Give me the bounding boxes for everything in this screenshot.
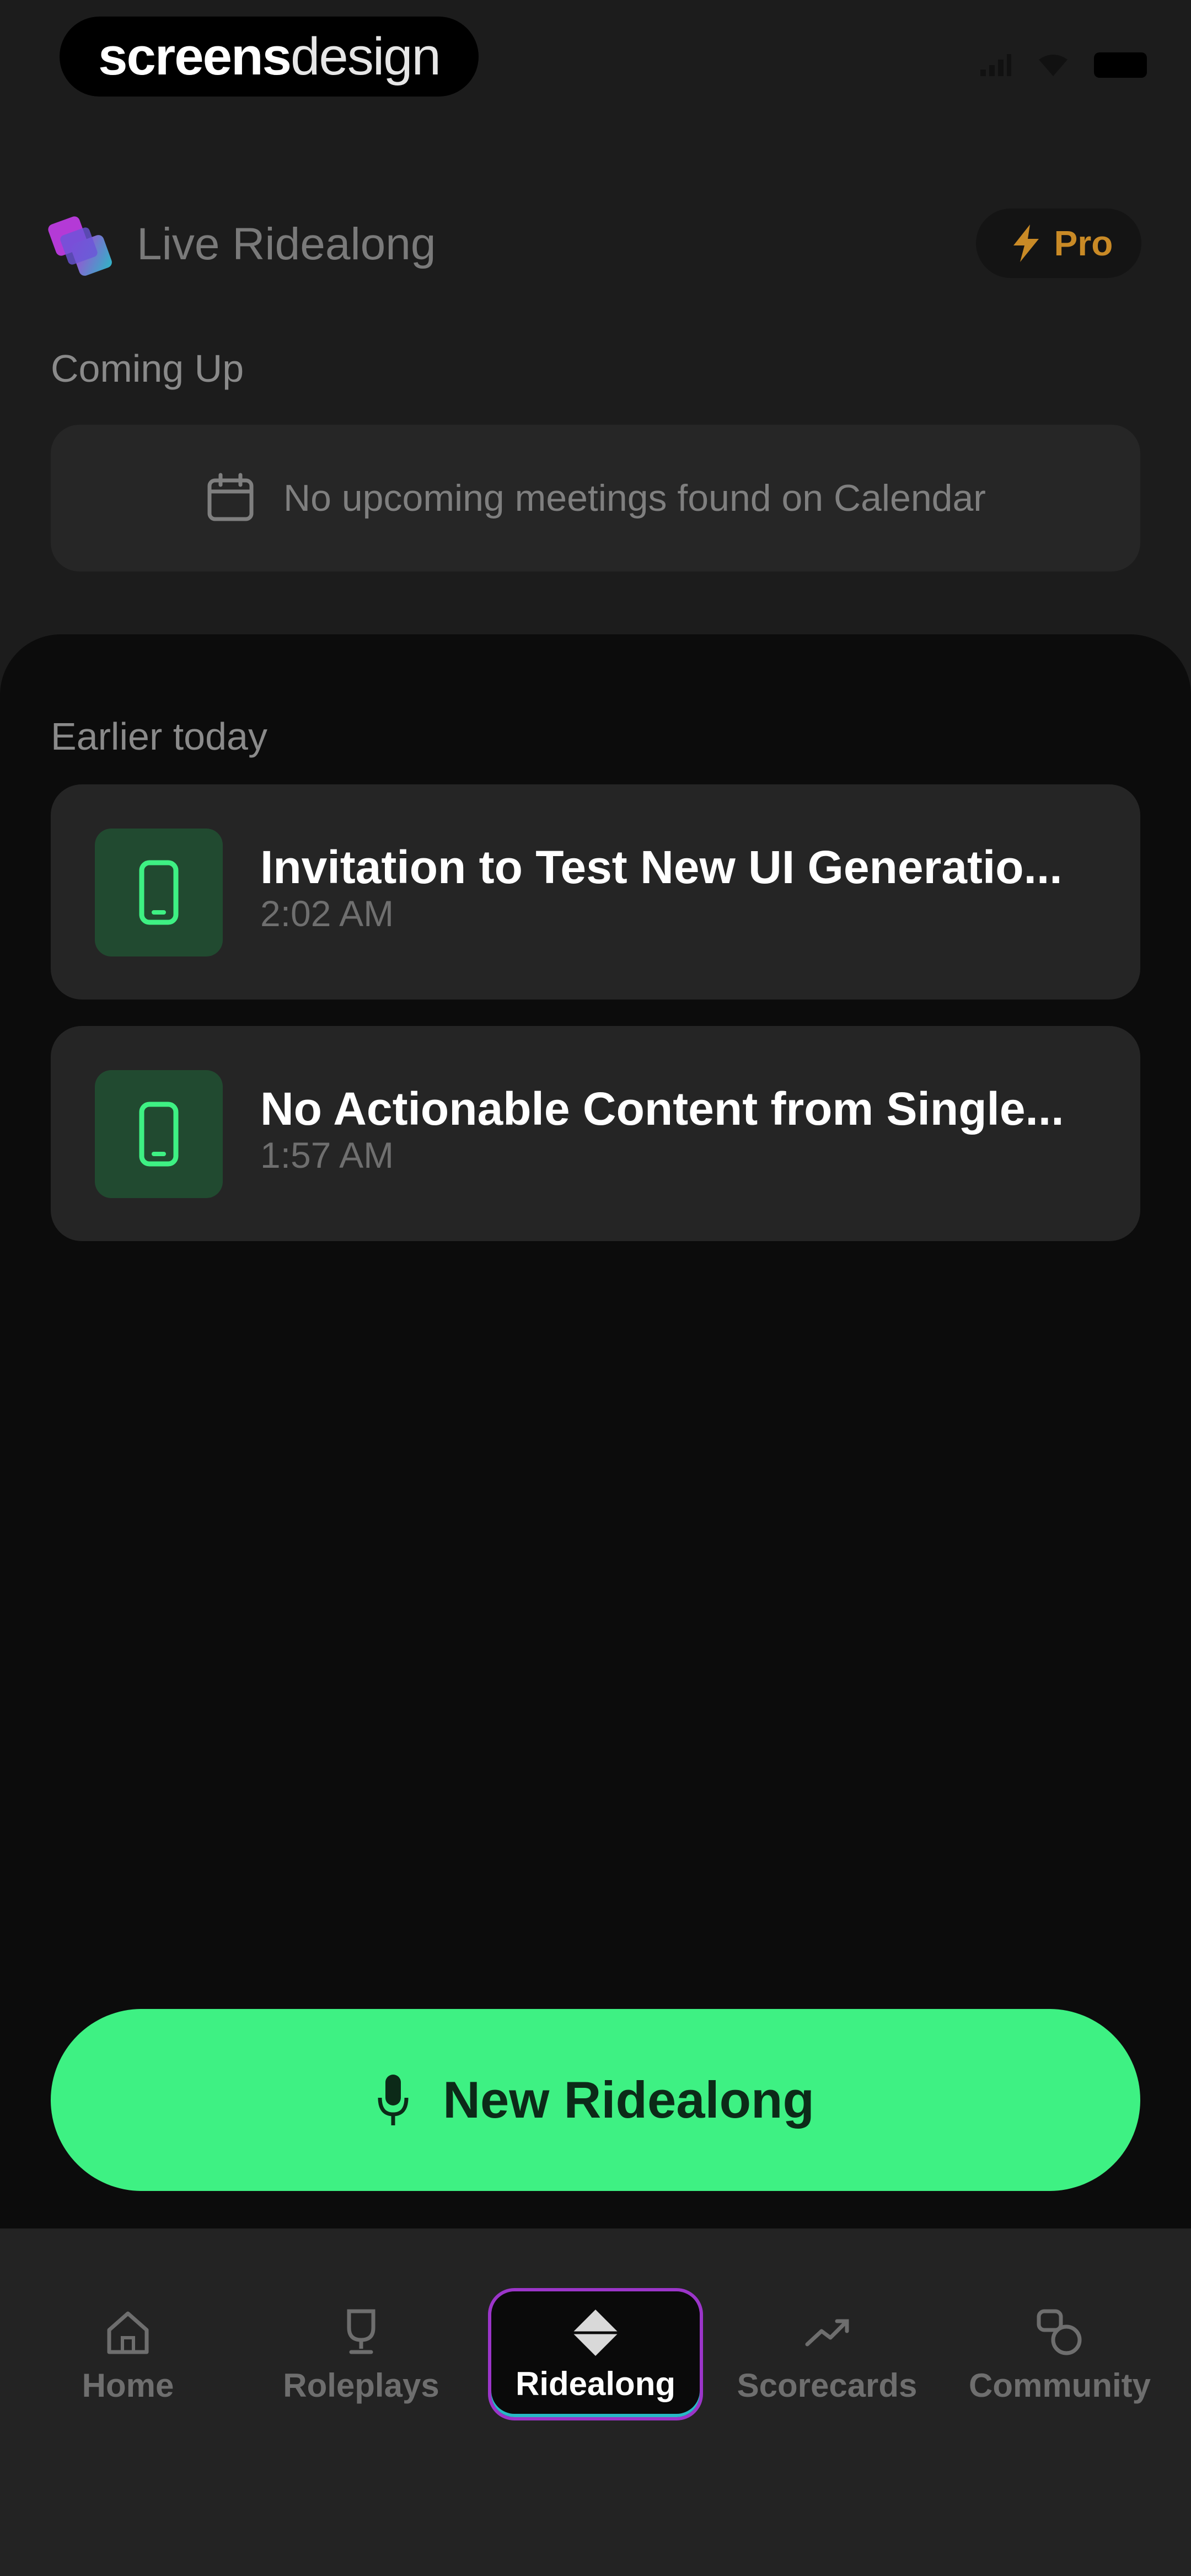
nav-item-home[interactable]: Home xyxy=(18,2306,238,2404)
nav-item-label: Home xyxy=(82,2367,174,2404)
microphone-icon xyxy=(378,2075,409,2125)
new-ridealong-label: New Ridealong xyxy=(443,2071,814,2129)
home-icon xyxy=(107,2311,149,2354)
page-header: Live Ridealong Pro xyxy=(0,199,1191,298)
diamond-icon xyxy=(572,2309,619,2356)
ridealong-item[interactable]: Invitation to Test New UI Generatio... 2… xyxy=(51,784,1140,1000)
upcoming-empty-card: No upcoming meetings found on Calendar xyxy=(51,425,1140,571)
signal-icon xyxy=(980,54,1011,76)
pro-badge-label: Pro xyxy=(1054,223,1113,263)
nav-item-community[interactable]: Community xyxy=(949,2306,1170,2404)
phone-icon-tile xyxy=(95,1070,223,1198)
ridealong-item[interactable]: No Actionable Content from Single... 1:5… xyxy=(51,1026,1140,1241)
ridealong-item-time: 1:57 AM xyxy=(260,1135,394,1175)
nav-item-scorecards[interactable]: Scorecards xyxy=(717,2306,937,2404)
earlier-today-label: Earlier today xyxy=(51,715,267,758)
ridealong-item-title: No Actionable Content from Single... xyxy=(260,1083,1064,1135)
nav-item-ridealong[interactable]: Ridealong xyxy=(488,2288,703,2420)
status-bar: screens design xyxy=(0,0,1191,127)
app-screen: screens design Live Ridealong Pro Coming… xyxy=(0,0,1191,2576)
phone-icon xyxy=(139,1102,179,1167)
ridealong-item-title: Invitation to Test New UI Generatio... xyxy=(260,841,1063,893)
lightning-icon xyxy=(1013,225,1039,262)
brand-text-light: design xyxy=(291,26,441,86)
status-icons xyxy=(979,52,1147,78)
phone-icon-tile xyxy=(95,829,223,956)
trophy-icon xyxy=(347,2309,375,2354)
bottom-nav: Home Roleplays Ridealong Scorecards Comm… xyxy=(0,2228,1191,2576)
nav-item-label: Ridealong xyxy=(515,2365,675,2402)
empty-message: No upcoming meetings found on Calendar xyxy=(283,477,986,519)
community-icon xyxy=(1037,2309,1082,2355)
trend-icon xyxy=(805,2319,849,2347)
brand-watermark: screens design xyxy=(60,17,479,97)
nav-item-label: Scorecards xyxy=(737,2367,918,2404)
ridealong-item-time: 2:02 AM xyxy=(260,893,394,934)
battery-icon xyxy=(1094,52,1147,78)
pro-badge[interactable]: Pro xyxy=(976,209,1141,278)
calendar-icon xyxy=(207,473,254,521)
brand-text-strong: screens xyxy=(98,26,292,86)
app-logo-icon xyxy=(48,216,112,276)
new-ridealong-button[interactable]: New Ridealong xyxy=(51,2009,1140,2191)
nav-item-label: Roleplays xyxy=(283,2367,439,2404)
coming-up-label: Coming Up xyxy=(51,347,244,390)
wifi-icon xyxy=(1039,55,1067,76)
page-title: Live Ridealong xyxy=(137,219,436,269)
phone-icon xyxy=(139,860,179,925)
nav-item-roleplays[interactable]: Roleplays xyxy=(251,2306,471,2404)
nav-item-label: Community xyxy=(969,2367,1151,2404)
